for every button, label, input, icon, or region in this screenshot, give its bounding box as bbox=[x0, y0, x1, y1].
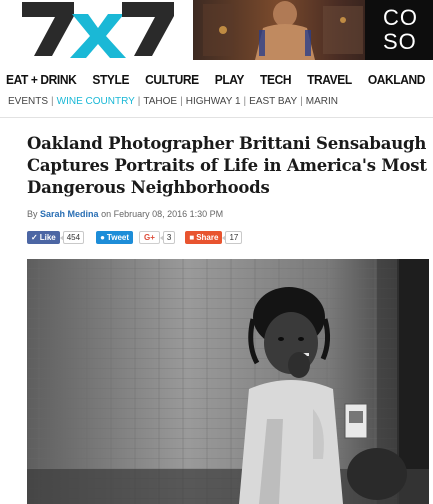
sub-nav-item-tahoe[interactable]: TAHOE bbox=[143, 96, 177, 107]
logo-7x7-graphic bbox=[22, 2, 174, 58]
ad-banner[interactable]: CO SO bbox=[193, 0, 433, 60]
google-plus-button[interactable]: G+ bbox=[139, 230, 160, 244]
ad-text-line2: SO bbox=[383, 29, 417, 54]
sub-nav-separator: | bbox=[243, 96, 247, 107]
gplus-label: G+ bbox=[144, 232, 155, 242]
sub-nav-item-marin[interactable]: MARIN bbox=[306, 96, 338, 107]
sub-nav-item-events[interactable]: EVENTS bbox=[8, 96, 48, 107]
nav-item-culture[interactable]: CULTURE bbox=[145, 72, 199, 91]
nav-item-tech[interactable]: TECH bbox=[260, 72, 291, 91]
nav-item-eat-drink[interactable]: EAT + DRINK bbox=[6, 72, 77, 91]
nav-item-travel[interactable]: TRAVEL bbox=[307, 72, 352, 91]
main-nav: EAT + DRINK STYLE CULTURE PLAY TECH TRAV… bbox=[6, 72, 433, 91]
nav-item-play[interactable]: PLAY bbox=[215, 72, 245, 91]
twitter-bird-icon: ● bbox=[100, 232, 105, 242]
like-count: 454 bbox=[59, 230, 85, 244]
divider bbox=[0, 117, 433, 118]
sub-nav-separator: | bbox=[137, 96, 141, 107]
share-count: 17 bbox=[222, 230, 243, 244]
share-label: Share bbox=[196, 232, 219, 242]
sub-nav-separator: | bbox=[51, 96, 54, 107]
thumbs-up-icon: ✓ bbox=[31, 232, 38, 242]
share-button[interactable]: ■ Share bbox=[185, 230, 223, 244]
sub-nav-separator: | bbox=[300, 96, 303, 107]
article-headline: Oakland Photographer Brittani Sensabaugh… bbox=[27, 134, 427, 197]
sub-nav-item-highway-1[interactable]: HIGHWAY 1 bbox=[186, 96, 241, 107]
share-icon: ■ bbox=[189, 232, 195, 242]
author-link[interactable]: Sarah Medina bbox=[40, 209, 99, 219]
nav-item-oakland[interactable]: OAKLAND bbox=[368, 72, 426, 91]
byline-prefix: By bbox=[27, 209, 38, 219]
byline: By Sarah Medina on February 08, 2016 1:3… bbox=[27, 209, 223, 219]
sub-nav: EVENTS | WINE COUNTRY | TAHOE | HIGHWAY 1 | EAST… bbox=[8, 96, 338, 110]
facebook-like-button[interactable]: ✓ Like bbox=[27, 230, 60, 244]
gplus-count: 3 bbox=[159, 230, 176, 244]
ad-text: CO SO bbox=[383, 6, 418, 54]
sub-nav-separator: | bbox=[180, 96, 183, 107]
tweet-label: Tweet bbox=[106, 232, 129, 242]
tweet-button[interactable]: ● Tweet bbox=[96, 230, 133, 244]
article-hero-image bbox=[27, 259, 429, 504]
hero-photo-graphic bbox=[27, 259, 429, 504]
sub-nav-item-wine-country[interactable]: WINE COUNTRY bbox=[57, 96, 135, 107]
byline-date: on February 08, 2016 1:30 PM bbox=[101, 209, 224, 219]
ad-text-line1: CO bbox=[383, 5, 418, 30]
site-logo[interactable] bbox=[22, 0, 174, 60]
share-bar: ✓ Like 454 ● Tweet G+ 3 ■ Share 17 bbox=[27, 229, 243, 245]
sub-nav-item-east-bay[interactable]: EAST BAY bbox=[249, 96, 297, 107]
nav-item-style[interactable]: STYLE bbox=[92, 72, 129, 91]
like-label: Like bbox=[39, 232, 56, 242]
